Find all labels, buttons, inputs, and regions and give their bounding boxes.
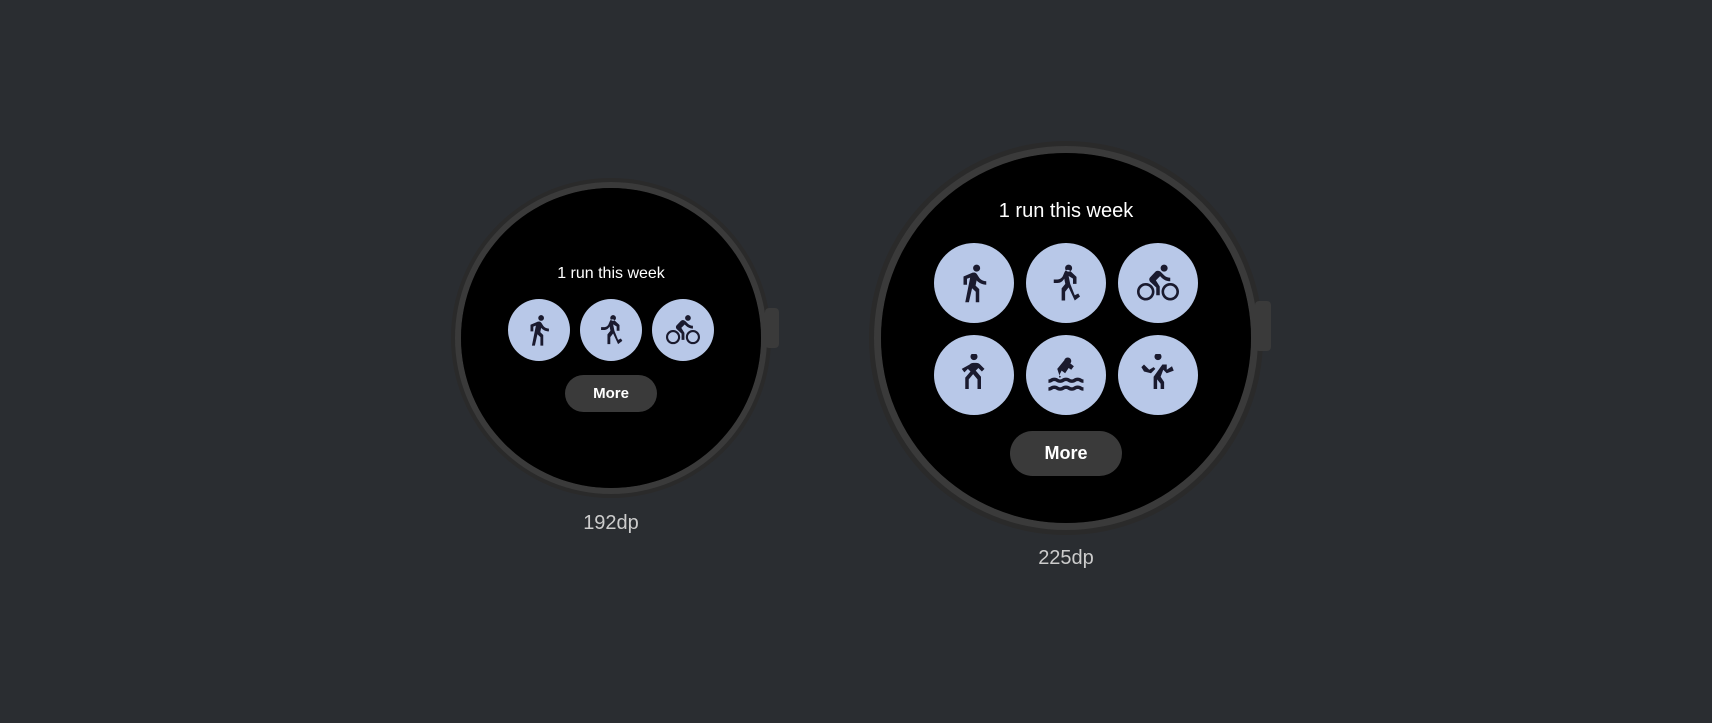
run-icon-large	[953, 262, 995, 304]
swim-icon-large	[1045, 354, 1087, 396]
more-button-small[interactable]: More	[565, 375, 657, 412]
activity-btn-hike-large[interactable]	[1026, 243, 1106, 323]
watch-192dp: 1 run this week	[461, 188, 761, 535]
martialarts-icon-large	[1137, 354, 1179, 396]
run-icon	[522, 313, 556, 347]
activity-btn-swim-large[interactable]	[1026, 335, 1106, 415]
watch-225dp: 1 run this week	[881, 153, 1251, 570]
watch-screen-small: 1 run this week	[461, 188, 761, 488]
cycle-icon	[666, 313, 700, 347]
activity-grid-large	[901, 243, 1231, 415]
activity-btn-yoga-large[interactable]	[934, 335, 1014, 415]
more-button-large[interactable]: More	[1010, 431, 1121, 476]
watch-label-small: 192dp	[583, 512, 639, 535]
hike-icon	[594, 313, 628, 347]
activity-grid-small	[508, 299, 714, 361]
activity-btn-run-large[interactable]	[934, 243, 1014, 323]
watch-face-small: 1 run this week	[461, 188, 761, 488]
watch-label-large: 225dp	[1038, 547, 1094, 570]
activity-btn-hike-small[interactable]	[580, 299, 642, 361]
hike-icon-large	[1045, 262, 1087, 304]
activity-btn-run-small[interactable]	[508, 299, 570, 361]
watch-face-large: 1 run this week	[881, 153, 1251, 523]
activity-btn-cycle-large[interactable]	[1118, 243, 1198, 323]
watch-title-large: 1 run this week	[999, 200, 1134, 223]
yoga-icon-large	[953, 354, 995, 396]
watch-title-small: 1 run this week	[557, 265, 665, 283]
activity-btn-cycle-small[interactable]	[652, 299, 714, 361]
cycle-icon-large	[1137, 262, 1179, 304]
watch-screen-large: 1 run this week	[881, 153, 1251, 523]
activity-btn-martialarts-large[interactable]	[1118, 335, 1198, 415]
